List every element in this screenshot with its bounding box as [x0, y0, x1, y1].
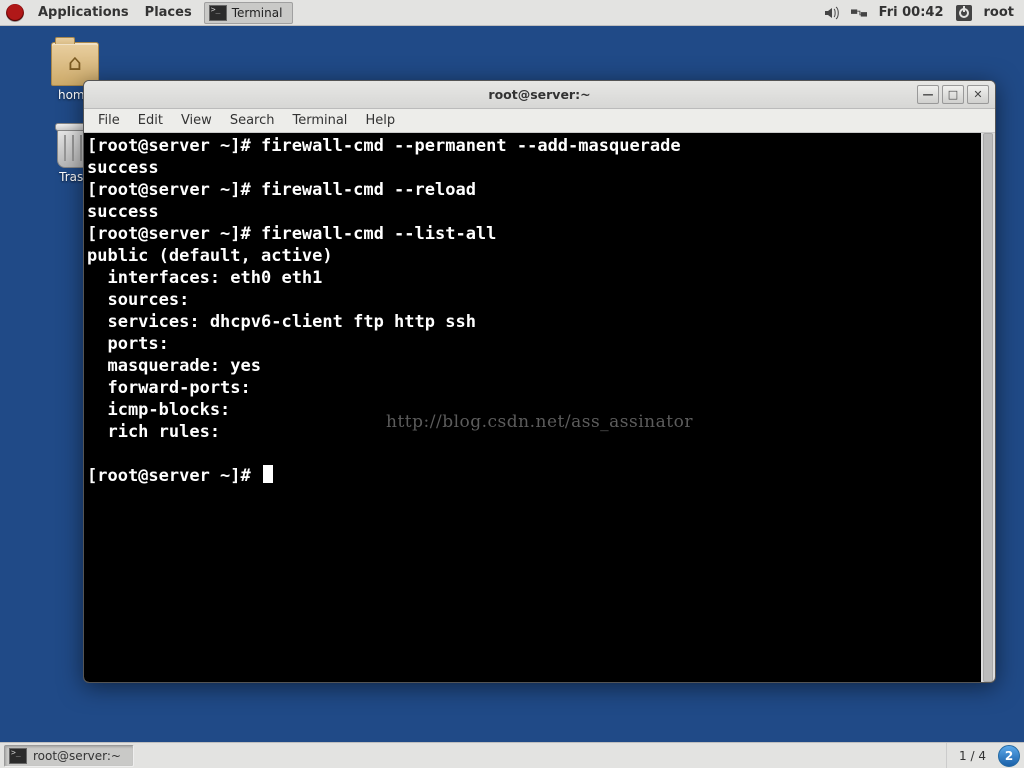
menu-search[interactable]: Search: [222, 111, 283, 130]
terminal-scrollbar[interactable]: [981, 133, 995, 682]
scrollbar-thumb[interactable]: [983, 133, 993, 682]
workspace-badge[interactable]: 2: [998, 745, 1020, 767]
terminal-line: [87, 443, 992, 465]
terminal-icon: [9, 748, 27, 764]
window-titlebar[interactable]: root@server:~ — □ ✕: [84, 81, 995, 109]
workspace-indicator[interactable]: 1 / 4: [946, 743, 998, 768]
terminal-line: interfaces: eth0 eth1: [87, 267, 992, 289]
maximize-button[interactable]: □: [942, 85, 964, 104]
menu-help[interactable]: Help: [357, 111, 403, 130]
places-menu[interactable]: Places: [137, 0, 200, 25]
terminal-line: rich rules:: [87, 421, 992, 443]
terminal-line: success: [87, 201, 992, 223]
terminal-line: icmp-blocks:: [87, 399, 992, 421]
terminal-line: success: [87, 157, 992, 179]
terminal-icon: [209, 5, 227, 21]
top-task-terminal[interactable]: Terminal: [204, 2, 294, 24]
system-tray: Fri 00:42 root: [823, 0, 1024, 25]
bottom-panel: root@server:~ 1 / 4 2: [0, 742, 1024, 768]
terminal-line: ports:: [87, 333, 992, 355]
power-icon[interactable]: [956, 5, 972, 21]
terminal-line: public (default, active): [87, 245, 992, 267]
menu-view[interactable]: View: [173, 111, 220, 130]
minimize-button[interactable]: —: [917, 85, 939, 104]
terminal-line: forward-ports:: [87, 377, 992, 399]
network-icon[interactable]: [851, 5, 867, 21]
terminal-line: [root@server ~]# firewall-cmd --permanen…: [87, 135, 992, 157]
terminal-line: [root@server ~]# firewall-cmd --list-all: [87, 223, 992, 245]
menu-terminal[interactable]: Terminal: [284, 111, 355, 130]
taskbar-item-label: root@server:~: [33, 749, 121, 763]
volume-icon[interactable]: [823, 5, 839, 21]
close-button[interactable]: ✕: [967, 85, 989, 104]
user-menu[interactable]: root: [984, 5, 1015, 20]
top-panel: Applications Places Terminal Fri 00:42 r…: [0, 0, 1024, 26]
desktop[interactable]: home Trash root@server:~ — □ ✕ File Edit…: [0, 26, 1024, 742]
terminal-line: sources:: [87, 289, 992, 311]
menu-file[interactable]: File: [90, 111, 128, 130]
window-controls: — □ ✕: [917, 85, 989, 104]
terminal-body[interactable]: [root@server ~]# firewall-cmd --permanen…: [84, 133, 995, 682]
distro-logo-icon: [6, 4, 24, 22]
applications-menu[interactable]: Applications: [30, 0, 137, 25]
terminal-line: services: dhcpv6-client ftp http ssh: [87, 311, 992, 333]
terminal-line: masquerade: yes: [87, 355, 992, 377]
top-task-label: Terminal: [232, 6, 283, 20]
menu-edit[interactable]: Edit: [130, 111, 171, 130]
clock[interactable]: Fri 00:42: [879, 5, 944, 20]
window-title: root@server:~: [488, 87, 590, 102]
terminal-line: [root@server ~]# firewall-cmd --reload: [87, 179, 992, 201]
prompt-text: [root@server ~]#: [87, 466, 261, 486]
terminal-window[interactable]: root@server:~ — □ ✕ File Edit View Searc…: [83, 80, 996, 683]
terminal-menubar: File Edit View Search Terminal Help: [84, 109, 995, 133]
cursor: [263, 465, 273, 483]
terminal-prompt[interactable]: [root@server ~]#: [87, 465, 992, 487]
taskbar-item-terminal[interactable]: root@server:~: [4, 745, 134, 767]
